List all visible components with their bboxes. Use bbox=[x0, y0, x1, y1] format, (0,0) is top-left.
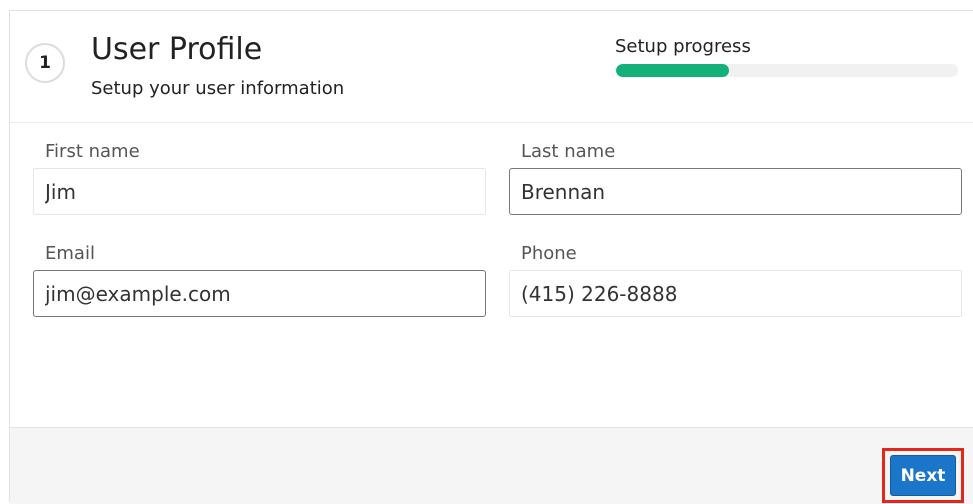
next-button[interactable]: Next bbox=[890, 455, 956, 496]
first-name-input[interactable] bbox=[33, 168, 486, 215]
setup-wizard-panel: 1 User Profile Setup your user informati… bbox=[9, 10, 973, 504]
phone-label: Phone bbox=[521, 243, 577, 264]
email-label: Email bbox=[45, 243, 95, 264]
setup-progress-fill bbox=[616, 64, 729, 77]
progress-label: Setup progress bbox=[615, 36, 751, 57]
step-number-badge: 1 bbox=[25, 43, 65, 83]
setup-progress-bar bbox=[616, 64, 958, 77]
last-name-label: Last name bbox=[521, 141, 616, 162]
first-name-label: First name bbox=[45, 141, 140, 162]
phone-input[interactable] bbox=[509, 270, 962, 317]
email-input[interactable] bbox=[33, 270, 486, 317]
page-title: User Profile bbox=[91, 32, 263, 67]
last-name-input[interactable] bbox=[509, 168, 962, 215]
page-subtitle: Setup your user information bbox=[91, 78, 345, 99]
wizard-header: 1 User Profile Setup your user informati… bbox=[10, 11, 973, 123]
wizard-footer: Next bbox=[10, 427, 973, 504]
step-number: 1 bbox=[39, 53, 51, 73]
